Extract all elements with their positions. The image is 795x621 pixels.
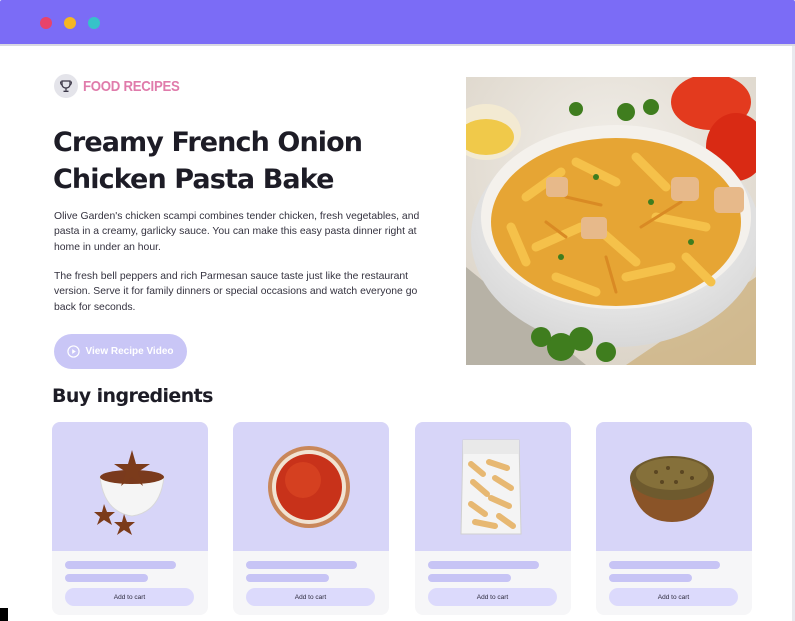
corner-mark [0,608,8,621]
product-price-placeholder [428,574,511,582]
product-price-placeholder [65,574,148,582]
ingredient-card[interactable]: Add to cart [596,422,752,615]
add-to-cart-button[interactable]: Add to cart [246,588,375,606]
star-anise-bowl-icon [94,450,165,535]
brand-name: FOOD RECIPES [83,77,180,95]
view-recipe-video-button[interactable]: View Recipe Video [54,334,187,369]
product-name-placeholder [246,561,357,569]
add-to-cart-button[interactable]: Add to cart [428,588,557,606]
minimize-window-button[interactable] [64,17,76,29]
browser-window: FOOD RECIPES Creamy French Onion Chicken… [0,0,795,621]
paprika-bowl-icon [268,446,350,528]
ingredient-card[interactable]: Add to cart [52,422,208,615]
product-name-placeholder [609,561,720,569]
view-recipe-video-label: View Recipe Video [85,346,174,357]
ingredient-image [52,422,208,551]
cumin-seeds-bowl-icon [630,456,714,522]
close-window-button[interactable] [40,17,52,29]
product-price-placeholder [246,574,329,582]
brand-logo[interactable]: FOOD RECIPES [54,74,193,98]
ingredient-image [233,422,389,551]
trophy-cup-icon [54,74,78,98]
recipe-hero-image [466,77,756,365]
ingredient-image [415,422,571,551]
add-to-cart-button[interactable]: Add to cart [609,588,738,606]
product-name-placeholder [65,561,176,569]
recipe-title: Creamy French Onion Chicken Pasta Bake [53,127,363,195]
product-price-placeholder [609,574,692,582]
buy-ingredients-heading: Buy ingredients [52,385,213,407]
zoom-window-button[interactable] [88,17,100,29]
ingredient-card[interactable]: Add to cart [415,422,571,615]
ingredient-card[interactable]: Add to cart [233,422,389,615]
play-circle-icon [67,345,81,358]
ingredient-image [596,422,752,551]
recipe-description-1: Olive Garden's chicken scampi combines t… [54,211,420,253]
product-name-placeholder [428,561,539,569]
recipe-description-2: The fresh bell peppers and rich Parmesan… [54,271,418,313]
window-titlebar [0,0,795,46]
penne-pasta-bag-icon [460,439,522,535]
add-to-cart-button[interactable]: Add to cart [65,588,194,606]
pasta-bowl-photo-icon [466,77,756,365]
